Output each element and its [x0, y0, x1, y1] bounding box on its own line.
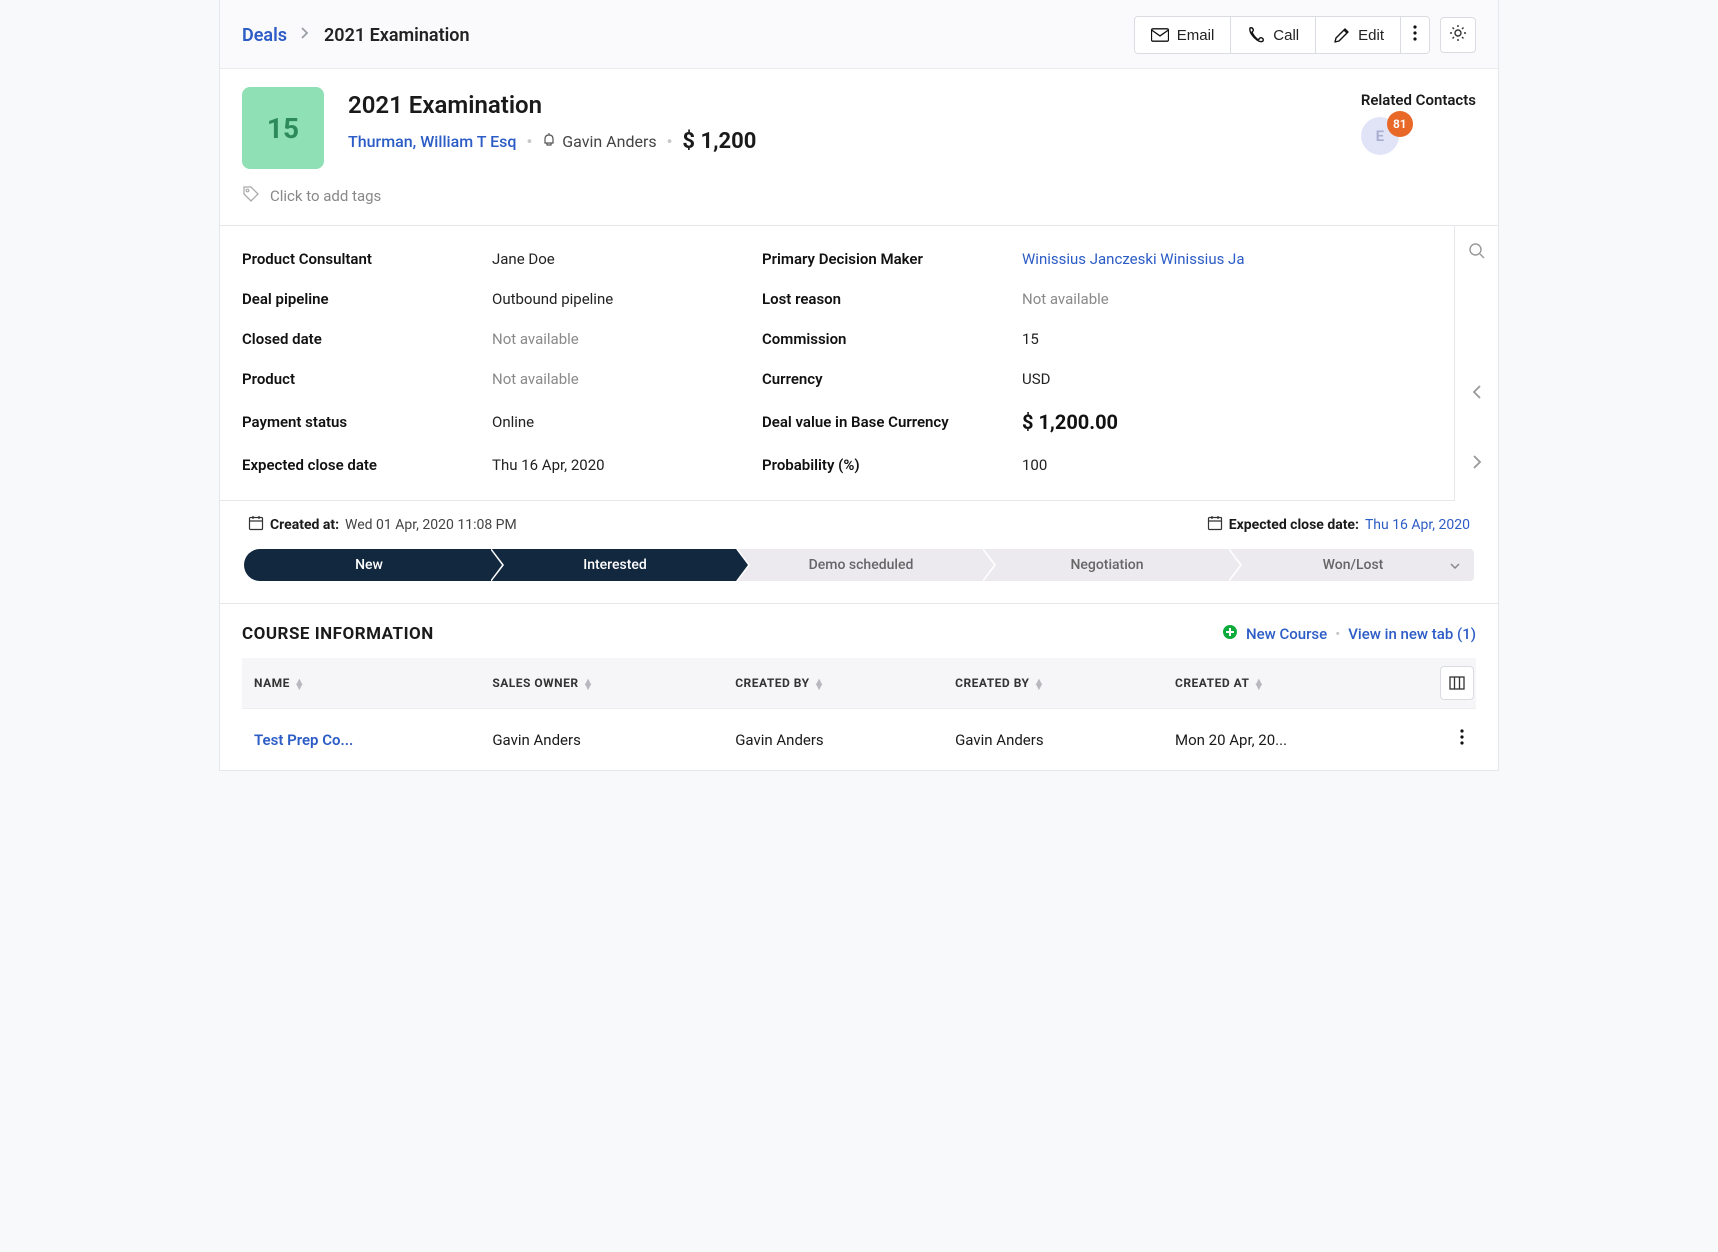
breadcrumb-current: 2021 Examination: [324, 25, 470, 46]
dot-separator: •: [1335, 625, 1340, 643]
kebab-icon: [1460, 729, 1464, 745]
table-header[interactable]: SALES OWNER▲▼: [480, 658, 723, 709]
email-button[interactable]: Email: [1135, 17, 1232, 53]
plus-circle-icon: [1222, 624, 1238, 644]
edit-button[interactable]: Edit: [1316, 17, 1401, 53]
detail-label: Currency: [762, 370, 972, 388]
table-header[interactable]: CREATED AT▲▼: [1163, 658, 1426, 709]
expected-close-link[interactable]: Thu 16 Apr, 2020: [1365, 517, 1470, 533]
more-actions-button[interactable]: [1401, 17, 1429, 53]
owner-chip[interactable]: Gavin Anders: [542, 132, 656, 151]
pipeline-stage[interactable]: Negotiation: [982, 549, 1228, 581]
view-in-new-tab-link[interactable]: View in new tab (1): [1348, 625, 1476, 643]
course-name-link[interactable]: Test Prep Co...: [254, 731, 353, 749]
detail-value: 100: [1022, 456, 1262, 474]
detail-label: Product: [242, 370, 442, 388]
detail-value: Thu 16 Apr, 2020: [492, 456, 712, 474]
detail-label: Deal value in Base Currency: [762, 413, 972, 431]
chevron-right-icon: [301, 27, 310, 43]
detail-value: USD: [1022, 370, 1262, 388]
call-button[interactable]: Call: [1231, 17, 1316, 53]
created-at-label: Created at:: [270, 517, 339, 533]
cell-created-by: Gavin Anders: [943, 709, 1163, 771]
detail-value: Not available: [1022, 290, 1262, 308]
sort-icon: ▲▼: [583, 679, 594, 689]
breadcrumb: Deals 2021 Examination: [242, 25, 470, 46]
detail-value: Online: [492, 413, 712, 431]
action-bar: Email Call Edit: [1134, 16, 1476, 54]
sort-icon: ▲▼: [294, 679, 305, 689]
breadcrumb-root-link[interactable]: Deals: [242, 25, 287, 46]
pipeline-stage[interactable]: Interested: [490, 549, 736, 581]
new-course-link[interactable]: New Course: [1246, 625, 1327, 643]
calendar-icon: [248, 515, 264, 535]
row-menu-button[interactable]: [1426, 709, 1476, 771]
pipeline-stage[interactable]: Won/Lost: [1228, 549, 1474, 581]
sort-icon: ▲▼: [814, 679, 825, 689]
tags-placeholder[interactable]: Click to add tags: [270, 187, 381, 205]
deal-title: 2021 Examination: [348, 91, 1337, 119]
pipeline-stage[interactable]: New: [244, 549, 490, 581]
expand-right-icon[interactable]: [1472, 454, 1482, 474]
table-header[interactable]: NAME▲▼: [242, 658, 480, 709]
phone-icon: [1247, 26, 1265, 44]
deal-value: $ 1,200: [682, 129, 756, 154]
cell-created-by: Gavin Anders: [723, 709, 943, 771]
edit-button-label: Edit: [1358, 27, 1384, 44]
detail-value: Jane Doe: [492, 250, 712, 268]
dot-separator: •: [526, 132, 532, 151]
related-count-badge: 81: [1387, 111, 1413, 137]
table-row[interactable]: Test Prep Co...Gavin AndersGavin AndersG…: [242, 709, 1476, 771]
related-contacts-avatar[interactable]: E 81: [1361, 117, 1405, 161]
settings-button[interactable]: [1440, 17, 1476, 53]
columns-icon: [1449, 675, 1465, 691]
detail-value: 15: [1022, 330, 1262, 348]
detail-label: Deal pipeline: [242, 290, 442, 308]
detail-label: Primary Decision Maker: [762, 250, 972, 268]
owner-icon: [542, 132, 556, 151]
kebab-icon: [1413, 25, 1417, 45]
gear-icon: [1449, 24, 1467, 46]
related-contacts-label: Related Contacts: [1361, 91, 1476, 109]
dot-separator: •: [667, 132, 673, 151]
created-at-value: Wed 01 Apr, 2020 11:08 PM: [345, 517, 517, 533]
detail-label: Product Consultant: [242, 250, 442, 268]
call-button-label: Call: [1273, 27, 1299, 44]
search-icon[interactable]: [1468, 242, 1486, 264]
detail-value: Not available: [492, 370, 712, 388]
expected-close-label: Expected close date:: [1229, 517, 1359, 533]
table-header[interactable]: CREATED BY▲▼: [943, 658, 1163, 709]
cell-sales-owner: Gavin Anders: [480, 709, 723, 771]
email-button-label: Email: [1177, 27, 1215, 44]
pipeline-stages: NewInterestedDemo scheduledNegotiationWo…: [220, 543, 1498, 604]
detail-label: Expected close date: [242, 456, 442, 474]
detail-value: Not available: [492, 330, 712, 348]
tag-icon: [242, 185, 260, 207]
pipeline-stage[interactable]: Demo scheduled: [736, 549, 982, 581]
sort-icon: ▲▼: [1253, 679, 1264, 689]
pencil-icon: [1332, 26, 1350, 44]
course-table: NAME▲▼SALES OWNER▲▼CREATED BY▲▼CREATED B…: [242, 658, 1476, 770]
detail-label: Payment status: [242, 413, 442, 431]
expand-left-icon[interactable]: [1472, 384, 1482, 404]
cell-created-at: Mon 20 Apr, 20...: [1163, 709, 1426, 771]
detail-label: Closed date: [242, 330, 442, 348]
table-header[interactable]: CREATED BY▲▼: [723, 658, 943, 709]
chevron-down-icon: [1450, 557, 1460, 573]
deal-details-grid: Product Consultant Jane Doe Primary Decisi…: [220, 226, 1454, 501]
course-section-title: COURSE INFORMATION: [242, 624, 434, 644]
sort-icon: ▲▼: [1033, 679, 1044, 689]
detail-label: Probability (%): [762, 456, 972, 474]
detail-value[interactable]: Winissius Janczeski Winissius Ja: [1022, 250, 1262, 268]
company-link[interactable]: Thurman, William T Esq: [348, 132, 516, 151]
column-picker-button[interactable]: [1440, 666, 1474, 700]
detail-label: Lost reason: [762, 290, 972, 308]
detail-value: Outbound pipeline: [492, 290, 712, 308]
detail-label: Commission: [762, 330, 972, 348]
owner-name: Gavin Anders: [562, 132, 656, 151]
calendar-icon: [1207, 515, 1223, 535]
deal-score: 15: [242, 87, 324, 169]
mail-icon: [1151, 26, 1169, 44]
detail-value: $ 1,200.00: [1022, 410, 1262, 434]
